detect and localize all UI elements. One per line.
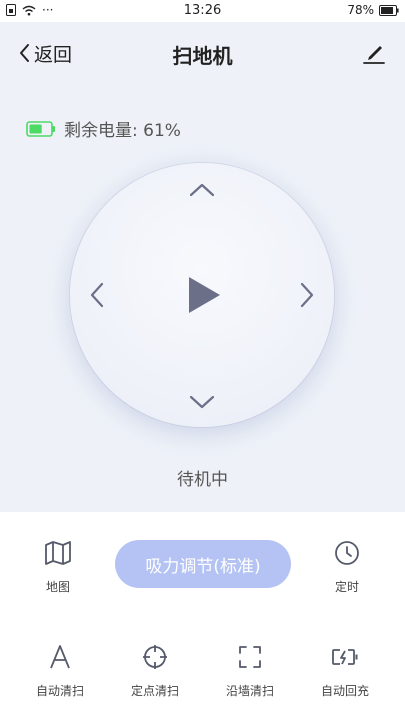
- auto-clean-button[interactable]: 自动清扫: [25, 642, 95, 699]
- chevron-left-icon: [20, 44, 29, 62]
- move-right-button[interactable]: [292, 275, 322, 315]
- status-time: 13:26: [183, 3, 222, 18]
- edge-clean-label: 沿墙清扫: [225, 684, 274, 698]
- corners-icon: [235, 642, 265, 672]
- header: 返回 扫地机: [0, 22, 405, 82]
- pencil-icon: [363, 46, 385, 64]
- map-label: 地图: [45, 580, 70, 594]
- battery-label: 剩余电量: 61%: [64, 121, 181, 141]
- robot-status-text: 待机中: [177, 470, 228, 490]
- phone-battery-icon: [379, 4, 399, 16]
- chevron-left-icon: [90, 282, 104, 308]
- map-button[interactable]: 地图: [28, 538, 88, 595]
- battery-percent: 78%: [347, 3, 374, 17]
- back-label: 返回: [34, 43, 73, 66]
- chevron-down-icon: [189, 395, 215, 409]
- status-bar-right: 78%: [347, 3, 399, 17]
- chevron-right-icon: [300, 282, 314, 308]
- map-icon: [43, 538, 73, 568]
- play-icon: [189, 277, 220, 313]
- chevron-up-icon: [189, 183, 215, 197]
- function-row-1: 地图 吸力调节(标准) 定时: [0, 530, 405, 600]
- edit-button[interactable]: [361, 40, 387, 66]
- timer-label: 定时: [334, 580, 359, 594]
- move-up-button[interactable]: [182, 175, 222, 205]
- clock-icon: [332, 538, 362, 568]
- auto-clean-label: 自动清扫: [35, 684, 84, 698]
- move-left-button[interactable]: [82, 275, 112, 315]
- auto-recharge-button[interactable]: 自动回充: [310, 642, 380, 699]
- function-row-2: 自动清扫 定点清扫 沿墙清扫 自动回充: [0, 640, 405, 710]
- status-bar: ··· 13:26 78%: [0, 0, 405, 22]
- crosshair-icon: [140, 642, 170, 672]
- auto-recharge-label: 自动回充: [320, 684, 369, 698]
- charging-icon: [330, 642, 360, 672]
- battery-level-icon: [26, 120, 55, 137]
- timer-button[interactable]: 定时: [317, 538, 377, 595]
- back-button[interactable]: 返回: [18, 40, 72, 66]
- letter-a-icon: [45, 642, 75, 672]
- spot-clean-label: 定点清扫: [130, 684, 179, 698]
- direction-pad: [70, 163, 334, 427]
- start-button[interactable]: [178, 269, 230, 321]
- suction-adjust-button[interactable]: 吸力调节(标准): [115, 540, 291, 588]
- edge-clean-button[interactable]: 沿墙清扫: [215, 642, 285, 699]
- battery-status: 剩余电量: 61%: [26, 116, 181, 141]
- move-down-button[interactable]: [182, 387, 222, 417]
- spot-clean-button[interactable]: 定点清扫: [120, 642, 190, 699]
